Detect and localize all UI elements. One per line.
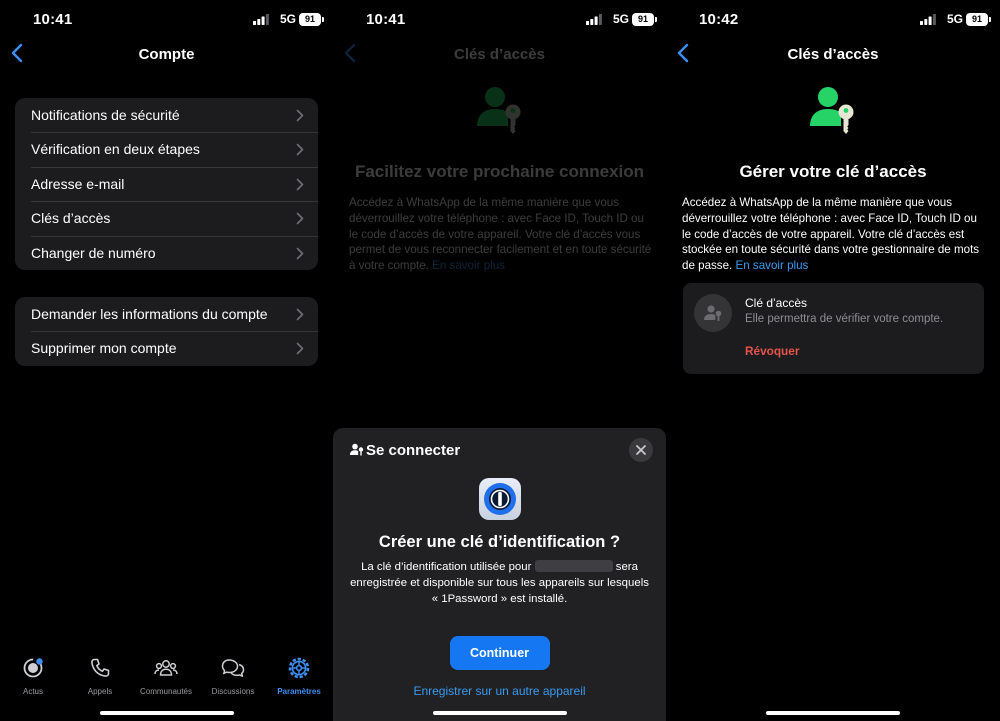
chevron-right-icon <box>296 308 304 321</box>
cellular-signal-icon <box>253 14 269 25</box>
passkey-intro-screen: 10:41 5G 91 Clés d’accès Facilitez votre… <box>333 0 666 721</box>
manage-description: Accédez à WhatsApp de la même manière qu… <box>682 196 980 273</box>
sheet-header: Se connecter <box>350 442 460 459</box>
manage-passkey-screen: 10:42 5G 91 Clés d’accès Gérer votre clé… <box>666 0 1000 721</box>
email-address-row[interactable]: Adresse e-mail <box>15 166 318 201</box>
sheet-description: La clé d’identification utilisée pour se… <box>350 560 649 605</box>
continue-button[interactable]: Continuer <box>449 636 550 670</box>
status-bar: 10:41 5G 91 <box>333 10 666 30</box>
manage-heading: Gérer votre clé d’accès <box>739 162 927 181</box>
tab-label: Actus <box>22 687 43 696</box>
row-label: Notifications de sécurité <box>31 107 180 123</box>
tab-label: Paramètres <box>277 687 321 696</box>
request-account-info-row[interactable]: Demander les informations du compte <box>15 297 318 331</box>
network-type: 5G <box>612 12 629 26</box>
row-label: Supprimer mon compte <box>31 340 177 357</box>
tab-label: Discussions <box>211 687 255 696</box>
status-time: 10:41 <box>33 11 73 28</box>
two-step-verification-row[interactable]: Vérification en deux étapes <box>15 132 318 166</box>
nav-bar: Clés d’accès <box>333 40 666 68</box>
battery-icon: 91 <box>632 13 657 26</box>
intro-heading: Facilitez votre prochaine connexion <box>354 162 645 181</box>
nav-bar: Compte <box>0 40 333 68</box>
create-passkey-sheet: Se connecter Créer une clé d’identificat… <box>333 428 666 721</box>
passkey-card: Clé d’accès Elle permettra de vérifier v… <box>683 283 984 374</box>
nav-bar: Clés d’accès <box>666 40 1000 68</box>
page-title: Compte <box>138 46 195 63</box>
status-time: 10:41 <box>366 11 406 28</box>
battery-icon: 91 <box>966 13 991 26</box>
status-bar: 10:42 5G 91 <box>666 10 1000 30</box>
battery-icon: 91 <box>299 13 324 26</box>
updates-icon <box>23 658 43 678</box>
learn-more-link[interactable]: En savoir plus <box>736 259 809 272</box>
network-type: 5G <box>279 12 296 26</box>
chevron-right-icon <box>296 343 304 355</box>
phone-icon <box>91 658 110 677</box>
avatar <box>694 294 732 332</box>
sheet-title: Créer une clé d’identification ? <box>378 533 621 551</box>
page-title: Clés d’accès <box>787 46 879 63</box>
passkey-title: Clé d’accès <box>745 296 808 310</box>
revoke-button[interactable]: Révoquer <box>745 344 799 358</box>
learn-more-link[interactable]: En savoir plus <box>432 259 505 272</box>
chevron-right-icon <box>296 144 304 156</box>
save-other-device-link[interactable]: Enregistrer sur un autre appareil <box>333 684 666 698</box>
person-key-icon <box>704 305 722 321</box>
network-type: 5G <box>946 12 963 26</box>
redacted-account <box>534 560 613 572</box>
tab-label: Appels <box>87 687 113 696</box>
chevron-right-icon <box>296 247 304 259</box>
passkey-person-icon <box>476 87 520 134</box>
account-screen: 10:41 5G 91 Compte Notifications de sécu… <box>0 0 333 721</box>
change-number-row[interactable]: Changer de numéro <box>15 235 318 270</box>
chats-icon <box>221 659 245 677</box>
row-label: Adresse e-mail <box>31 175 125 192</box>
tab-calls[interactable]: Appels <box>67 656 133 696</box>
page-title: Clés d’accès <box>454 46 545 63</box>
home-indicator <box>432 711 567 715</box>
passkey-subtitle: Elle permettra de vérifier votre compte. <box>745 313 944 325</box>
chevron-right-icon <box>296 109 304 122</box>
passkey-person-icon <box>810 87 854 134</box>
close-button[interactable] <box>629 438 653 462</box>
home-indicator <box>99 711 234 715</box>
chevron-right-icon <box>296 212 304 225</box>
account-options-group: Notifications de sécurité Vérification e… <box>15 98 318 270</box>
chevron-right-icon <box>296 178 304 191</box>
tab-bar: Actus Appels Communautés Discussions Par… <box>0 656 333 701</box>
person-key-icon <box>350 443 364 456</box>
row-label: Demander les informations du compte <box>31 306 268 322</box>
home-indicator <box>766 711 900 715</box>
account-data-group: Demander les informations du compte Supp… <box>15 297 318 366</box>
tab-chats[interactable]: Discussions <box>200 656 266 696</box>
1password-app-icon <box>478 478 521 520</box>
status-bar: 10:41 5G 91 <box>0 10 333 30</box>
passkeys-row[interactable]: Clés d’accès <box>15 201 318 235</box>
row-label: Clés d’accès <box>31 210 111 227</box>
security-notifications-row[interactable]: Notifications de sécurité <box>15 98 318 132</box>
cellular-signal-icon <box>586 14 602 25</box>
tab-label: Communautés <box>139 687 193 696</box>
intro-description: Accédez à WhatsApp de la même manière qu… <box>349 196 652 273</box>
row-label: Changer de numéro <box>31 244 156 261</box>
tab-settings[interactable]: Paramètres <box>266 656 332 696</box>
close-icon <box>636 445 646 455</box>
settings-gear-icon <box>288 657 310 679</box>
tab-communities[interactable]: Communautés <box>133 656 199 696</box>
row-label: Vérification en deux étapes <box>31 141 200 158</box>
cellular-signal-icon <box>920 14 936 25</box>
delete-account-row[interactable]: Supprimer mon compte <box>15 331 318 365</box>
communities-icon <box>154 660 178 676</box>
status-time: 10:42 <box>699 11 739 28</box>
tab-updates[interactable]: Actus <box>0 656 66 696</box>
